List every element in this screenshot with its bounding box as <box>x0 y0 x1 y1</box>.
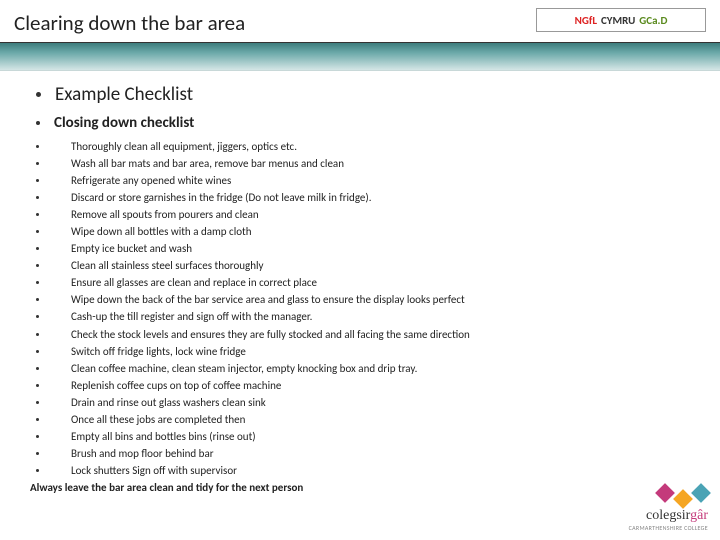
page-title: Clearing down the bar area <box>14 10 245 36</box>
list-item-text: Once all these jobs are completed then <box>71 411 245 428</box>
coleg-subtitle: CARMARTHENSHIRE COLLEGE <box>629 524 708 532</box>
list-item-text: Wipe down all bottles with a damp cloth <box>71 223 252 240</box>
list-item-text: Check the stock levels and ensures they … <box>71 326 470 343</box>
list-item-text: Cash-up the till register and sign off w… <box>71 308 312 325</box>
list-item-text: Switch off fridge lights, lock wine frid… <box>71 343 246 360</box>
bullet-icon <box>36 213 39 216</box>
bullet-icon <box>36 230 39 233</box>
list-item-text: Lock shutters Sign off with supervisor <box>71 462 237 479</box>
bullet-icon <box>36 281 39 284</box>
bullet-icon <box>36 401 39 404</box>
list-item: Wipe down all bottles with a damp cloth <box>30 223 690 240</box>
title-bar: Clearing down the bar area NGfL CYMRU GC… <box>0 0 720 43</box>
list-item-text: Empty all bins and bottles bins (rinse o… <box>71 428 256 445</box>
diamond-icon <box>691 483 711 503</box>
list-item: Clean coffee machine, clean steam inject… <box>30 360 690 377</box>
list-item-text: Thoroughly clean all equipment, jiggers,… <box>71 138 297 155</box>
list-item: Remove all spouts from pourers and clean <box>30 206 690 223</box>
gradient-divider <box>0 43 720 71</box>
list-item: Wipe down the back of the bar service ar… <box>30 291 690 308</box>
list-item-text: Discard or store garnishes in the fridge… <box>71 189 372 206</box>
bullet-icon <box>36 333 39 336</box>
list-item-text: Brush and mop floor behind bar <box>71 445 214 462</box>
list-item-text: Ensure all glasses are clean and replace… <box>71 274 317 291</box>
coleg-name: colegsirgâr <box>629 508 708 524</box>
bullet-icon <box>36 145 39 148</box>
list-item: Cash-up the till register and sign off w… <box>30 308 690 325</box>
list-item: Replenish coffee cups on top of coffee m… <box>30 377 690 394</box>
bullet-icon <box>36 452 39 455</box>
list-item: Empty all bins and bottles bins (rinse o… <box>30 428 690 445</box>
logo-cymru-text: CYMRU <box>601 14 635 27</box>
coleg-sirgar-logo: colegsirgâr CARMARTHENSHIRE COLLEGE <box>629 486 708 532</box>
logo-gcad-text: GCa.D <box>639 14 667 27</box>
heading-2: Closing down checklist <box>54 114 194 132</box>
list-item-text: Drain and rinse out glass washers clean … <box>71 394 266 411</box>
list-item: Thoroughly clean all equipment, jiggers,… <box>30 138 690 155</box>
list-item: Empty ice bucket and wash <box>30 240 690 257</box>
heading-1: Example Checklist <box>55 83 193 106</box>
heading-2-row: Closing down checklist <box>30 114 690 132</box>
content-area: Example Checklist Closing down checklist… <box>0 71 720 494</box>
list-item: Discard or store garnishes in the fridge… <box>30 189 690 206</box>
bullet-icon <box>36 264 39 267</box>
checklist-items: Thoroughly clean all equipment, jiggers,… <box>30 138 690 479</box>
list-item-text: Empty ice bucket and wash <box>71 240 192 257</box>
bullet-icon <box>36 367 39 370</box>
list-item: Wash all bar mats and bar area, remove b… <box>30 155 690 172</box>
bullet-icon <box>36 162 39 165</box>
list-item: Refrigerate any opened white wines <box>30 172 690 189</box>
list-item-text: Remove all spouts from pourers and clean <box>71 206 259 223</box>
bullet-icon <box>36 121 40 125</box>
bullet-icon <box>36 418 39 421</box>
bullet-icon <box>36 384 39 387</box>
list-item-text: Wipe down the back of the bar service ar… <box>71 291 465 308</box>
bullet-icon <box>36 469 39 472</box>
list-item-text: Replenish coffee cups on top of coffee m… <box>71 377 281 394</box>
list-item: Brush and mop floor behind bar <box>30 445 690 462</box>
diamond-icon <box>673 489 693 509</box>
bullet-icon <box>36 196 39 199</box>
logo-ngfl-text: NGfL <box>575 14 597 27</box>
bullet-icon <box>36 298 39 301</box>
list-item: Lock shutters Sign off with supervisor <box>30 462 690 479</box>
list-item: Clean all stainless steel surfaces thoro… <box>30 257 690 274</box>
coleg-name-part1: colegsir <box>646 508 690 523</box>
bullet-icon <box>36 247 39 250</box>
list-item: Ensure all glasses are clean and replace… <box>30 274 690 291</box>
list-item-text: Wash all bar mats and bar area, remove b… <box>71 155 344 172</box>
list-item: Drain and rinse out glass washers clean … <box>30 394 690 411</box>
list-item-text: Clean all stainless steel surfaces thoro… <box>71 257 264 274</box>
list-item: Once all these jobs are completed then <box>30 411 690 428</box>
heading-1-row: Example Checklist <box>30 83 690 106</box>
bullet-icon <box>36 435 39 438</box>
bullet-icon <box>36 179 39 182</box>
coleg-diamond-mark <box>629 486 708 506</box>
bullet-icon <box>36 350 39 353</box>
list-item-text: Clean coffee machine, clean steam inject… <box>71 360 417 377</box>
diamond-icon <box>655 483 675 503</box>
list-item: Check the stock levels and ensures they … <box>30 326 690 343</box>
bullet-icon <box>36 92 41 97</box>
list-item: Switch off fridge lights, lock wine frid… <box>30 343 690 360</box>
list-item-text: Refrigerate any opened white wines <box>71 172 231 189</box>
final-note: Always leave the bar area clean and tidy… <box>30 481 690 494</box>
ngfl-logo: NGfL CYMRU GCa.D <box>536 8 706 32</box>
bullet-icon <box>36 315 39 318</box>
coleg-name-part2: gâr <box>690 508 708 523</box>
